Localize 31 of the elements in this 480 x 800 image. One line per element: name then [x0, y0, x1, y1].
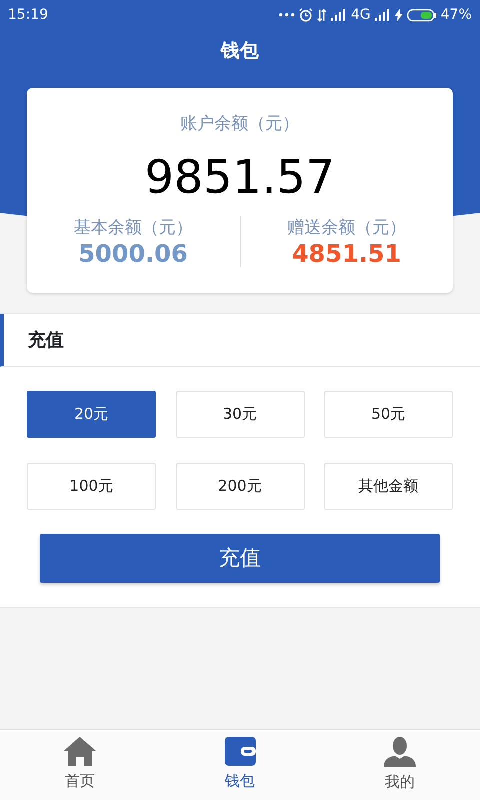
- balance-amount: 5000.06: [78, 241, 188, 268]
- amount-option[interactable]: 50元: [324, 391, 453, 438]
- user-icon: [384, 736, 416, 767]
- recharge-button[interactable]: 充值: [40, 534, 440, 583]
- home-icon: [64, 737, 96, 766]
- amount-option[interactable]: 100元: [27, 463, 156, 510]
- amount-option[interactable]: 200元: [176, 463, 304, 510]
- section-title: 充值: [28, 328, 64, 352]
- battery-percent: 47%: [440, 6, 472, 24]
- signal-icon: [331, 9, 348, 21]
- nav-tab[interactable]: 首页: [20, 737, 140, 793]
- status-time: 15:19: [8, 6, 48, 24]
- alarm-icon: [299, 8, 314, 22]
- amount-option[interactable]: 其他金额: [324, 463, 453, 510]
- balance-amount: 4851.51: [292, 241, 402, 268]
- network-type: 4G: [351, 6, 371, 24]
- battery-icon: [406, 8, 437, 22]
- data-arrows-icon: [317, 8, 328, 22]
- nav-tab[interactable]: 钱包: [180, 737, 300, 793]
- balance-label: 基本余额（元）: [74, 216, 193, 240]
- balance-amount: 9851.57: [144, 154, 336, 200]
- amount-option[interactable]: 20元: [27, 391, 156, 438]
- more-icon: [279, 13, 296, 17]
- amount-option[interactable]: 30元: [176, 391, 304, 438]
- charging-icon: [394, 8, 403, 22]
- page-title: 钱包: [221, 38, 259, 64]
- balance-label: 赠送余额（元）: [287, 216, 406, 240]
- nav-tab[interactable]: 我的: [340, 736, 460, 794]
- signal-icon: [374, 9, 391, 21]
- balance-label: 账户余额（元）: [180, 113, 300, 136]
- wallet-icon: [224, 737, 256, 766]
